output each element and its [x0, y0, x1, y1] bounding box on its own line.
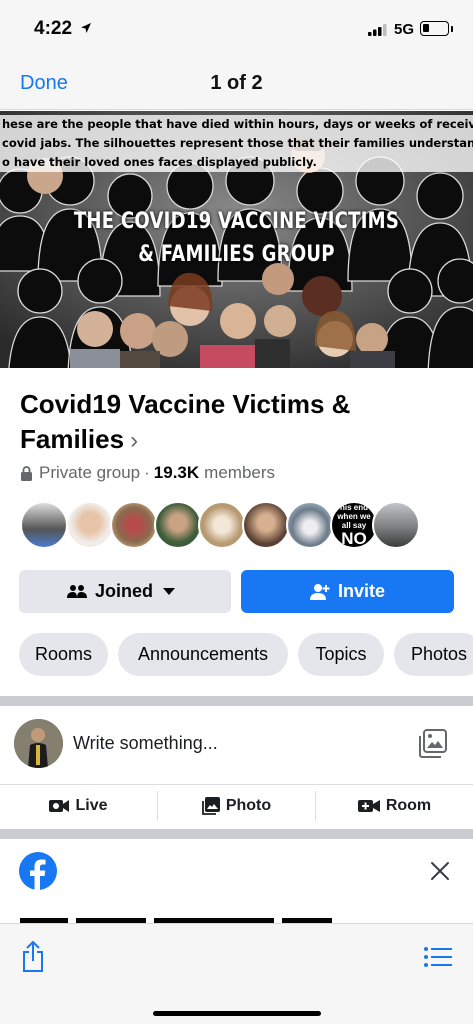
live-label: Live — [75, 797, 108, 814]
cover-title: THE COVID19 VACCINE VICTIMS & FAMILIES G… — [43, 205, 431, 271]
location-arrow-icon — [81, 23, 91, 33]
chevron-right-icon: › — [130, 427, 139, 454]
member-avatar[interactable]: his end when we all say NO — [330, 501, 378, 549]
joined-label: Joined — [94, 581, 153, 601]
section-divider — [0, 696, 473, 706]
status-bar: 4:22 5G — [0, 0, 473, 56]
caret-down-icon — [163, 588, 175, 595]
invite-button[interactable]: Invite — [241, 570, 454, 613]
photo-label: Photo — [225, 797, 272, 814]
live-button[interactable]: Live — [0, 786, 157, 826]
close-icon[interactable] — [428, 859, 452, 883]
member-avatar[interactable] — [110, 501, 158, 549]
section-divider — [0, 829, 473, 839]
facebook-logo-icon — [19, 852, 57, 890]
write-something-input[interactable]: Write something... — [73, 733, 218, 754]
meta-separator: · — [144, 463, 150, 482]
composer-divider — [0, 784, 473, 785]
viewer-nav-bar: Done 1 of 2 — [0, 56, 473, 110]
privacy-label: Private group — [39, 463, 141, 482]
tab-topics[interactable]: Topics — [298, 633, 384, 676]
member-avatar[interactable] — [372, 501, 420, 549]
lock-icon — [21, 465, 32, 481]
tab-announcements[interactable]: Announcements — [118, 633, 288, 676]
member-avatar[interactable] — [154, 501, 202, 549]
invite-label: Invite — [337, 581, 385, 601]
tab-photos[interactable]: Photos — [394, 633, 473, 676]
group-meta: Private group · 19.3K members — [20, 463, 275, 483]
tab-rooms[interactable]: Rooms — [19, 633, 108, 676]
photo-gallery-icon[interactable] — [417, 728, 449, 760]
photo-icon — [201, 797, 220, 815]
photo-button[interactable]: Photo — [158, 786, 315, 826]
page-indicator: 1 of 2 — [210, 72, 263, 94]
cover-title-line: THE COVID19 VACCINE VICTIMS — [73, 209, 400, 234]
add-person-icon — [309, 583, 330, 600]
list-icon[interactable] — [424, 946, 452, 968]
group-name[interactable]: Covid19 Vaccine Victims & Families › — [20, 387, 440, 458]
done-button[interactable]: Done — [20, 72, 68, 95]
cover-title-line: & FAMILIES GROUP — [138, 242, 335, 267]
member-avatar[interactable] — [198, 501, 246, 549]
battery-tip — [451, 26, 453, 32]
group-name-text: Covid19 Vaccine Victims & Families — [20, 389, 351, 454]
cover-caption-line: hese are the people that have died withi… — [2, 117, 473, 131]
people-icon — [66, 584, 87, 598]
members-label: members — [204, 463, 276, 482]
member-count: 19.3K — [153, 463, 200, 482]
share-icon[interactable] — [21, 941, 45, 973]
user-avatar-graphic — [14, 719, 63, 768]
cover-caption-line: o have their loved ones faces displayed … — [2, 155, 317, 169]
joined-button[interactable]: Joined — [19, 570, 231, 613]
cover-caption: hese are the people that have died withi… — [0, 115, 473, 172]
viewer-toolbar — [0, 923, 473, 1024]
user-avatar[interactable] — [14, 719, 63, 768]
group-cover-photo[interactable]: hese are the people that have died withi… — [0, 111, 473, 368]
avatar-text-line: when we — [337, 512, 371, 521]
cover-caption-line: covid jabs. The silhouettes represent th… — [2, 136, 473, 150]
signal-icon — [368, 24, 387, 36]
avatar-text-line: his end — [339, 503, 368, 512]
room-button[interactable]: Room — [316, 786, 473, 826]
room-video-icon — [357, 800, 380, 812]
member-avatar[interactable] — [20, 501, 68, 549]
avatar-text-line: NO — [341, 529, 367, 548]
member-avatar[interactable] — [242, 501, 290, 549]
live-video-icon — [49, 800, 70, 812]
battery-icon — [420, 21, 449, 36]
network-type: 5G — [394, 21, 415, 38]
group-tabs: Rooms Announcements Topics Photos — [19, 633, 473, 676]
status-time: 4:22 — [34, 18, 73, 39]
room-label: Room — [385, 797, 432, 814]
member-avatar[interactable] — [66, 501, 114, 549]
member-avatar[interactable] — [286, 501, 334, 549]
home-indicator — [153, 1011, 321, 1016]
